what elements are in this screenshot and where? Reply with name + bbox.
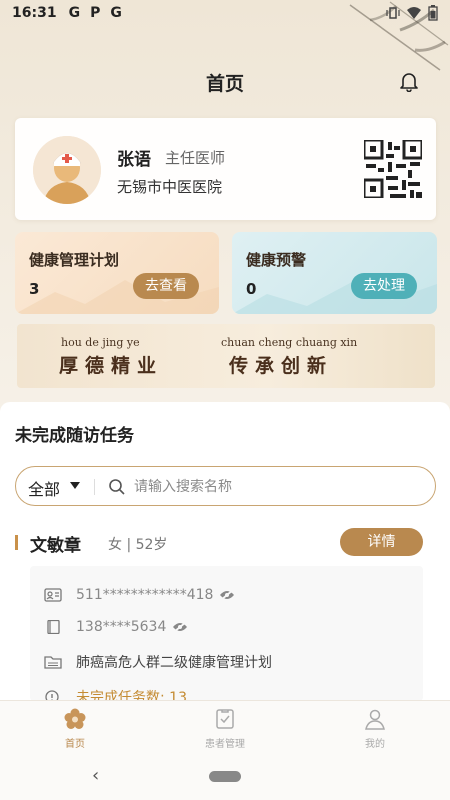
home-gesture-pill[interactable] — [209, 771, 241, 782]
system-navigation-bar: ‹ — [0, 754, 450, 800]
tab-label: 我的 — [365, 739, 385, 750]
phone-row: 138****5634 — [44, 619, 188, 635]
plan-row: 肺癌高危人群二级健康管理计划 — [44, 652, 272, 672]
motto-pinyin-right: chuan cheng chuang xin — [221, 336, 358, 349]
vibrate-icon — [386, 7, 400, 19]
id-row: 511************418 — [44, 587, 235, 603]
status-app-icon: G — [68, 5, 81, 21]
motto-text-right: 传承创新 — [229, 355, 334, 377]
id-number: 511************418 — [76, 587, 214, 603]
qr-code-icon[interactable] — [364, 140, 422, 198]
doctor-title: 主任医师 — [165, 149, 226, 167]
health-plan-title: 健康管理计划 — [29, 251, 120, 269]
back-chevron-icon[interactable]: ‹ — [92, 765, 99, 786]
wifi-icon — [407, 7, 421, 19]
motto-text-left: 厚德精业 — [59, 355, 164, 377]
patient-name: 文敏章 — [30, 536, 81, 556]
view-plan-button[interactable]: 去查看 — [133, 273, 199, 299]
folder-icon — [44, 656, 62, 669]
patient-gender-age: 女 | 52岁 — [108, 537, 168, 553]
health-warning-title: 健康预警 — [246, 251, 307, 269]
home-flower-icon — [64, 708, 86, 729]
health-plan-count: 3 — [29, 280, 40, 298]
handle-warning-button[interactable]: 去处理 — [351, 273, 417, 299]
tab-home[interactable]: 首页 — [35, 707, 115, 750]
search-bar: 全部 — [15, 466, 436, 506]
accent-bar — [15, 535, 18, 550]
status-time: 16:31 — [12, 5, 57, 21]
tab-label: 患者管理 — [205, 739, 245, 750]
health-warning-count: 0 — [246, 280, 257, 298]
motto-banner: hou de jing ye 厚德精业 chuan cheng chuang x… — [17, 324, 435, 388]
motto-pinyin-left: hou de jing ye — [61, 336, 140, 349]
divider — [94, 479, 95, 495]
patient-record-icon — [216, 709, 234, 729]
search-input[interactable] — [134, 475, 414, 499]
tab-label: 首页 — [65, 739, 85, 750]
doctor-hospital: 无锡市中医医院 — [117, 178, 223, 196]
filter-dropdown[interactable]: 全部 — [28, 476, 60, 500]
health-warning-tile[interactable]: 健康预警 0 去处理 — [232, 232, 437, 314]
user-icon — [365, 709, 385, 730]
doctor-avatar-icon — [33, 136, 101, 204]
status-app-icon: G — [110, 5, 122, 21]
caret-down-icon[interactable] — [70, 482, 80, 489]
doctor-name: 张语 — [117, 150, 151, 170]
page-title: 首页 — [205, 72, 244, 95]
tab-patient-management[interactable]: 患者管理 — [185, 707, 265, 750]
health-plan-tile[interactable]: 健康管理计划 3 去查看 — [15, 232, 219, 314]
id-card-icon — [44, 588, 62, 602]
eye-off-icon[interactable] — [219, 589, 235, 601]
bottom-tab-bar: 首页 患者管理 我的 — [0, 700, 450, 754]
avatar — [33, 136, 101, 204]
page-header: 首页 — [0, 60, 450, 104]
tab-mine[interactable]: 我的 — [335, 707, 415, 750]
search-icon — [109, 479, 125, 495]
phone-book-icon — [47, 620, 60, 634]
status-bar: 16:31 G P G — [0, 0, 450, 26]
plan-name: 肺癌高危人群二级健康管理计划 — [76, 655, 272, 671]
section-title: 未完成随访任务 — [15, 426, 134, 446]
detail-button[interactable]: 详情 — [340, 528, 423, 556]
bell-icon[interactable] — [398, 70, 420, 92]
battery-icon — [428, 5, 438, 21]
status-app-icon: P — [90, 5, 101, 21]
eye-off-icon[interactable] — [172, 621, 188, 633]
doctor-card: 张语 主任医师 无锡市中医医院 — [15, 118, 436, 220]
phone-number: 138****5634 — [76, 619, 167, 635]
